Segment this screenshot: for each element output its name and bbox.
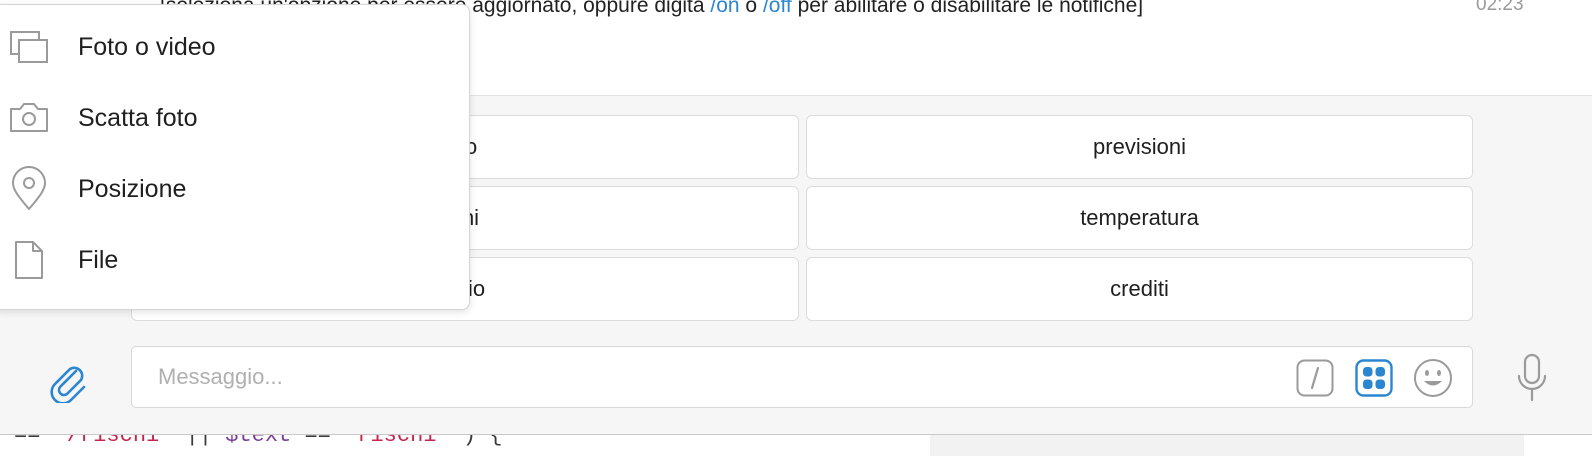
code-line: == '/rischi' || $text == 'rischi' ) { [14, 434, 503, 448]
code-token: == [291, 434, 345, 448]
code-variable: $text [225, 434, 292, 448]
keyboard-grid-icon [1355, 359, 1393, 397]
camera-icon [7, 96, 51, 140]
background-code-editor: == '/rischi' || $text == 'rischi' ) { [0, 434, 1592, 456]
code-string: 'rischi' [344, 434, 450, 448]
microphone-icon [1517, 353, 1547, 402]
command-on-link[interactable]: /on [710, 0, 739, 17]
message-input[interactable] [158, 347, 1278, 407]
menu-label: Scatta foto [78, 103, 198, 132]
command-off-link[interactable]: /off [763, 0, 792, 17]
menu-item-file[interactable]: File [0, 225, 471, 295]
location-pin-icon [7, 166, 51, 211]
menu-item-photo-video[interactable]: Foto o video [0, 12, 471, 82]
photo-video-icon [7, 25, 51, 69]
emoji-button[interactable] [1413, 359, 1453, 397]
slash-command-icon [1296, 359, 1334, 397]
keyboard-button-previsioni[interactable]: previsioni [806, 115, 1473, 179]
message-suffix: per abilitare o disabilitare le notifich… [791, 0, 1144, 17]
editor-panel [930, 435, 1524, 456]
screen: [seleziona un'opzione per essere aggiorn… [0, 0, 1592, 456]
code-string: '/rischi' [53, 434, 173, 448]
attach-button[interactable] [40, 355, 96, 407]
attach-icon [50, 366, 86, 403]
code-token: || [172, 434, 226, 448]
keyboard-button-crediti[interactable]: crediti [806, 257, 1473, 321]
slash-command-button[interactable] [1295, 359, 1335, 397]
message-middle: o [739, 0, 763, 17]
attach-menu: Foto o video Scatta foto Posizione File [0, 4, 470, 310]
voice-record-button[interactable] [1510, 350, 1554, 406]
message-input-box [131, 346, 1473, 408]
menu-label: File [78, 245, 119, 274]
bot-keyboard-toggle[interactable] [1354, 359, 1394, 397]
code-token: ) { [449, 434, 503, 448]
menu-label: Foto o video [78, 32, 216, 61]
message-timestamp: 02:23 [1476, 0, 1524, 15]
menu-label: Posizione [78, 174, 187, 203]
code-token: == [14, 434, 54, 448]
keyboard-button-temperatura[interactable]: temperatura [806, 186, 1473, 250]
file-icon [7, 238, 51, 282]
menu-item-take-photo[interactable]: Scatta foto [0, 83, 471, 153]
emoji-icon [1414, 359, 1452, 397]
menu-item-location[interactable]: Posizione [0, 154, 471, 224]
